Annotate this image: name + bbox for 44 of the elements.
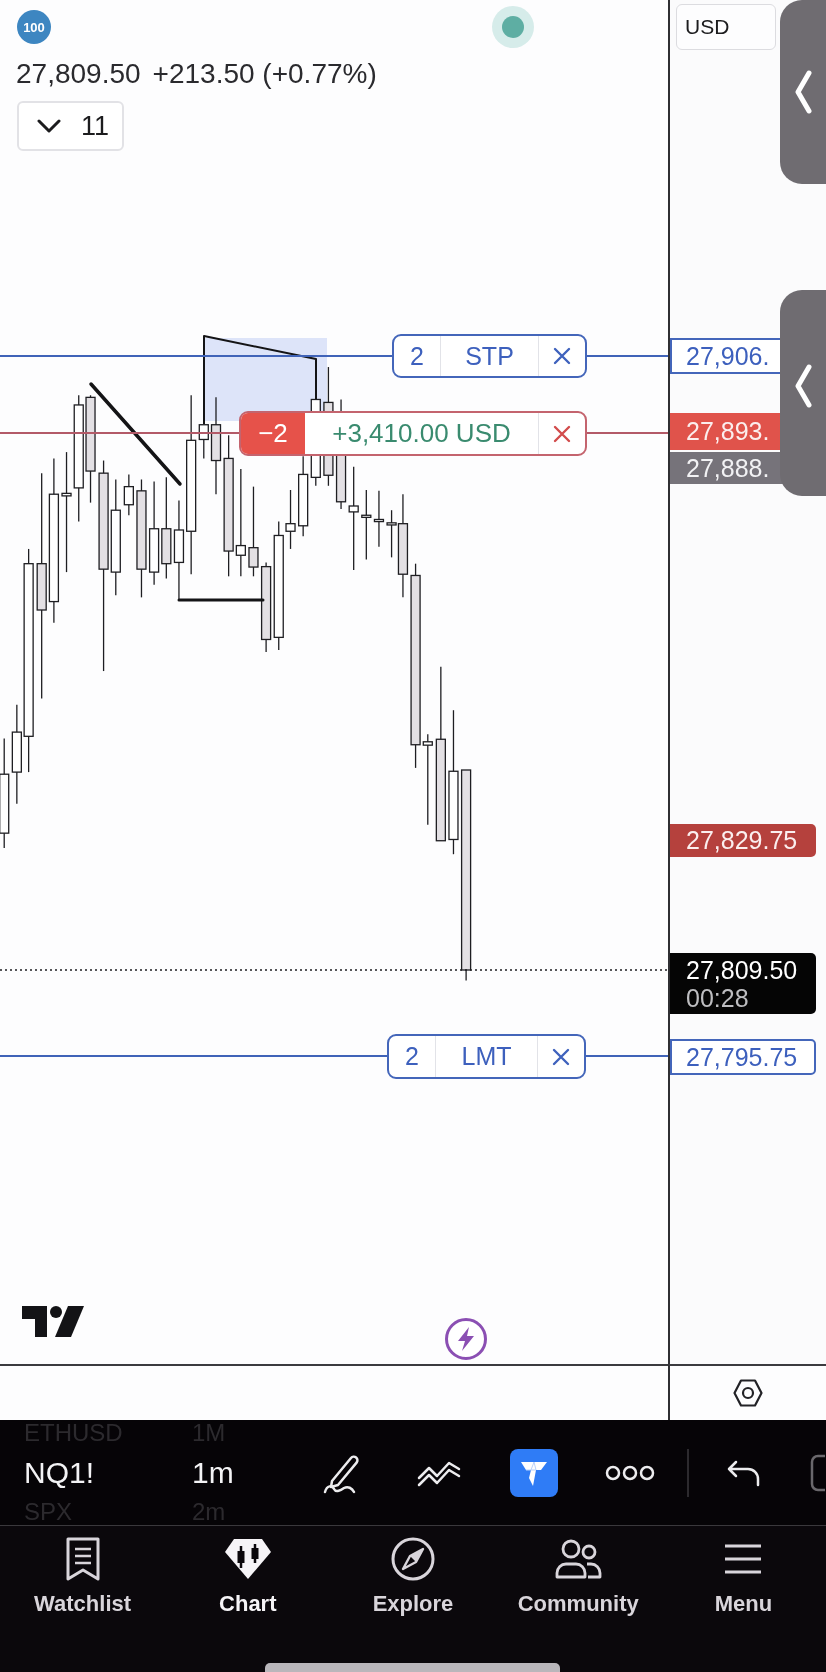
currency-button[interactable]: USD [676, 4, 776, 50]
chevron-left-icon [793, 364, 813, 408]
compass-icon [391, 1537, 435, 1581]
order-type: LMT [461, 1042, 512, 1071]
price-label: 27,829.75 [670, 824, 816, 857]
people-icon [554, 1537, 603, 1581]
quantity-text: 2 [410, 341, 424, 371]
status-dot-icon [492, 6, 534, 48]
last-price: 27,809.50 [16, 58, 141, 90]
settings-icon[interactable] [733, 1379, 763, 1407]
nav-tab[interactable]: Menu [660, 1526, 826, 1617]
nav-tab[interactable]: Explore [330, 1526, 496, 1617]
price-text: 27,809.50 [686, 955, 798, 984]
interval-text[interactable]: 1m [192, 1446, 234, 1499]
logo [22, 1306, 84, 1337]
countdown-text: 00:28 [686, 983, 749, 1012]
count-badge: 100 [17, 10, 51, 44]
dropdown-button[interactable]: 11 [17, 101, 124, 151]
nav-tab[interactable]: Community [495, 1526, 661, 1617]
lightning-icon[interactable] [445, 1318, 487, 1360]
order-type: STP [465, 341, 514, 371]
candles-icon [222, 1537, 273, 1581]
symbol-text[interactable]: NQ1! [24, 1446, 95, 1499]
tile-icon[interactable] [510, 1448, 558, 1497]
close-icon [553, 347, 571, 365]
profit-text: +3,410.00 USD [332, 418, 511, 449]
nav-tab[interactable]: Watchlist [0, 1526, 166, 1617]
frame-icon[interactable] [808, 1452, 826, 1493]
close-icon [553, 424, 571, 443]
candle [373, 490, 385, 548]
price-label: 27,795.75 [670, 1039, 816, 1075]
more-icon[interactable] [605, 1463, 655, 1482]
chevron-left-icon [793, 70, 813, 114]
price-change: +213.50 (+0.77%) [152, 58, 377, 90]
candle [123, 473, 134, 516]
bookmark-icon [64, 1537, 101, 1581]
close-icon [552, 1047, 570, 1066]
chevron-down-icon [37, 119, 61, 133]
side-handle[interactable] [780, 0, 826, 184]
quantity-badge: −2 [241, 413, 305, 454]
side-handle[interactable] [780, 290, 826, 496]
nav-tab[interactable]: Chart [165, 1526, 331, 1617]
candle [361, 489, 372, 561]
quantity-text: 2 [405, 1042, 419, 1071]
